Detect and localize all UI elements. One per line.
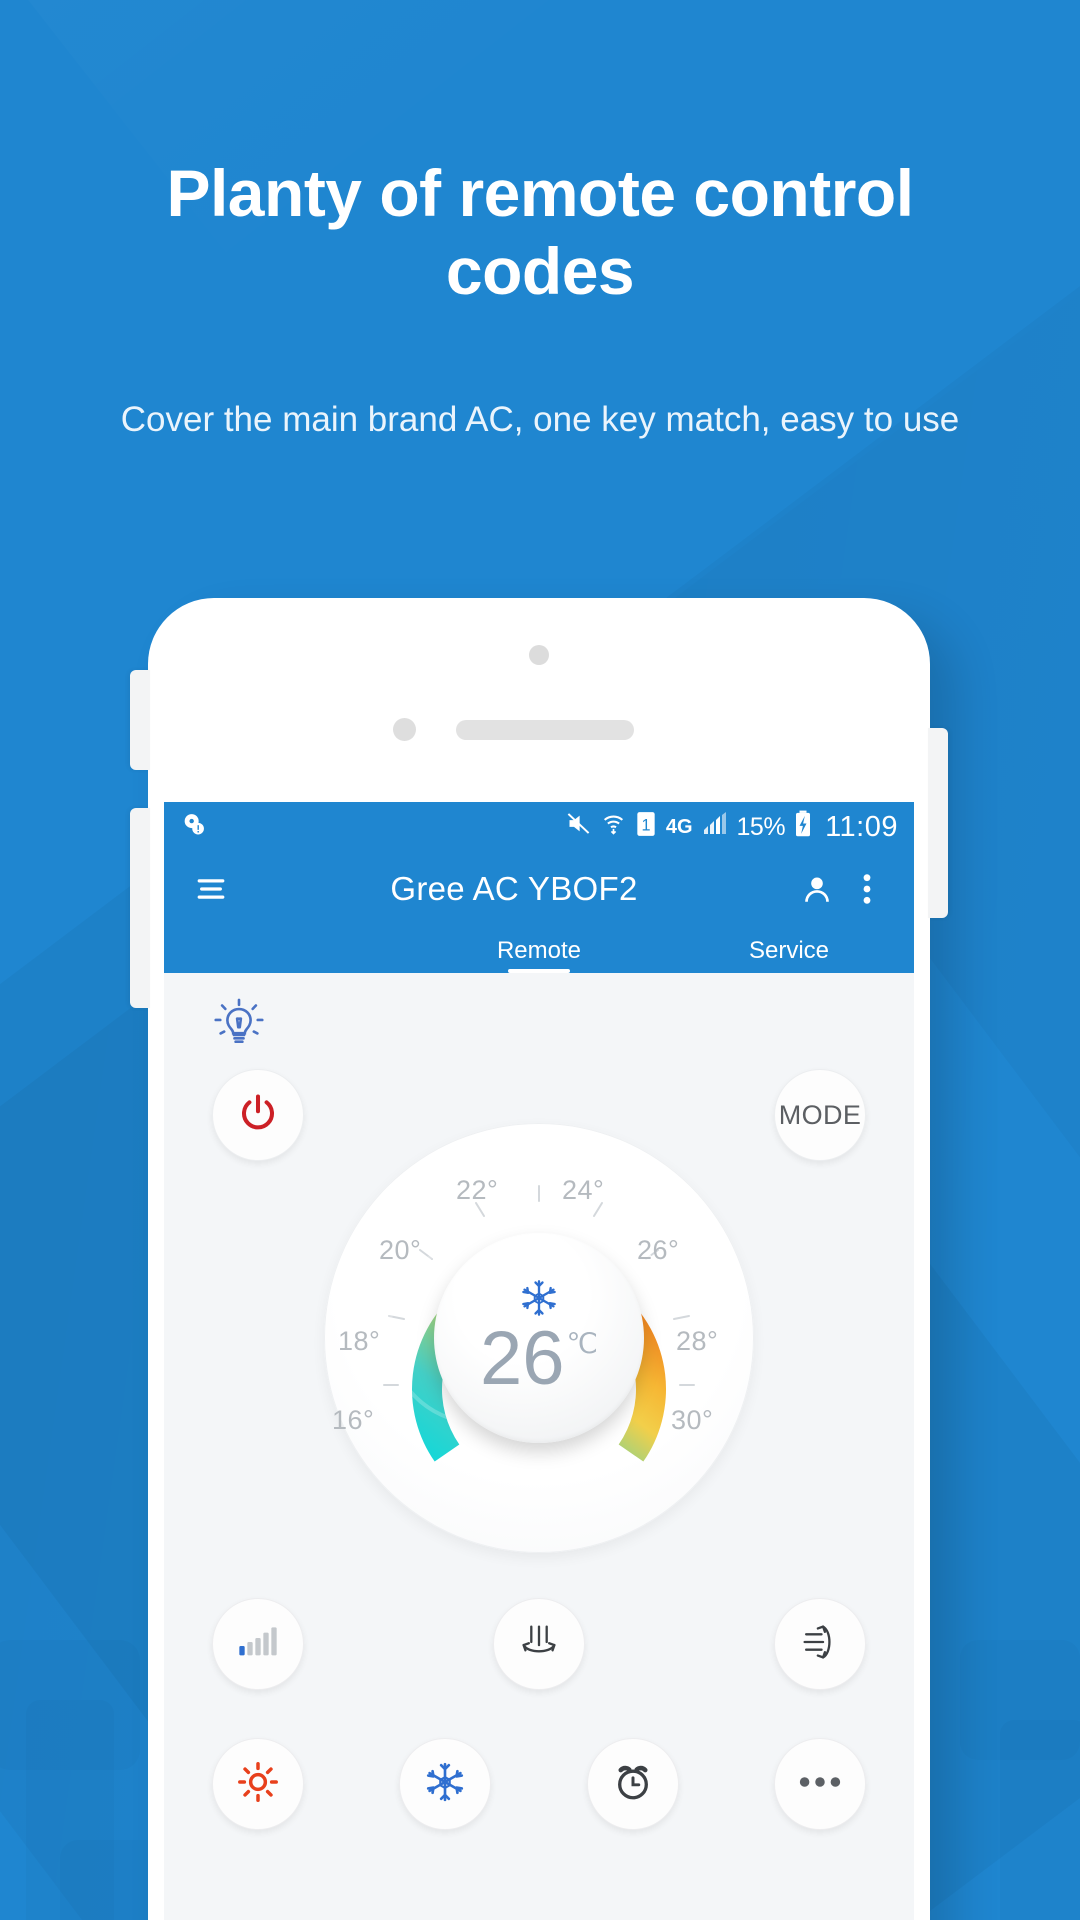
- fan-speed-bars-icon: [238, 1625, 278, 1664]
- lightbulb-icon[interactable]: [209, 995, 269, 1055]
- mode-button[interactable]: MODE: [774, 1069, 866, 1161]
- wifi-icon: [601, 811, 626, 843]
- dial-tick-28: 28°: [676, 1326, 719, 1356]
- dial-tick-22: 22°: [456, 1175, 499, 1205]
- app-title: Gree AC YBOF2: [390, 870, 638, 907]
- dial-tick-26: 26°: [637, 1235, 680, 1265]
- dial-tick-18: 18°: [338, 1326, 381, 1356]
- remote-button-row-bottom: [164, 1738, 914, 1830]
- battery-charging-icon: [794, 810, 812, 845]
- status-bar: 1 4G 15% 11:09: [164, 802, 914, 852]
- dial-knob[interactable]: 26 ℃: [434, 1233, 644, 1443]
- power-button[interactable]: [212, 1069, 304, 1161]
- dial-temperature-value: 26 ℃: [480, 1316, 598, 1402]
- timer-button[interactable]: [586, 1738, 679, 1830]
- mode-button-label: MODE: [778, 1099, 862, 1130]
- more-vertical-icon[interactable]: [842, 864, 892, 914]
- dial-temp-unit: ℃: [566, 1328, 598, 1360]
- cool-mode-button[interactable]: [399, 1738, 492, 1830]
- page-title: Planty of remote control codes: [166, 156, 914, 308]
- svg-text:1: 1: [641, 816, 650, 834]
- power-icon: [237, 1092, 279, 1139]
- horizontal-swing-button[interactable]: [774, 1598, 866, 1690]
- temperature-dial[interactable]: 16° 18° 20° 22° 24° 26° 28° 30° 26 ℃: [324, 1123, 754, 1553]
- remote-panel: MODE 16° 18° 20° 22° 24° 26° 28° 30° 26 …: [164, 973, 914, 1920]
- heat-mode-button[interactable]: [212, 1738, 304, 1830]
- tab-remote[interactable]: Remote: [414, 937, 664, 973]
- fan-speed-button[interactable]: [212, 1598, 304, 1690]
- person-icon[interactable]: [792, 864, 842, 914]
- location-alert-icon: [180, 810, 208, 845]
- phone-earpiece-speaker: [456, 720, 634, 740]
- status-time: 11:09: [825, 810, 898, 843]
- 4g-icon: 4G: [665, 815, 693, 838]
- horizontal-swing-icon: [800, 1622, 840, 1667]
- dial-temp-number: 26: [480, 1316, 565, 1402]
- vertical-swing-button[interactable]: [493, 1598, 585, 1690]
- snowflake-icon: [424, 1761, 466, 1808]
- alarm-clock-icon: [612, 1761, 654, 1808]
- hamburger-menu-icon[interactable]: [186, 864, 236, 914]
- battery-percent-label: 15%: [736, 812, 786, 841]
- dial-tick-30: 30°: [671, 1405, 714, 1435]
- vertical-swing-icon: [517, 1622, 561, 1667]
- dial-tick-16: 16°: [332, 1405, 375, 1435]
- dial-tick-20: 20°: [379, 1235, 422, 1265]
- more-button[interactable]: [773, 1738, 866, 1830]
- tab-bar: Remote Service: [164, 926, 914, 973]
- phone-screen: 1 4G 15% 11:09 Gree AC YBOF2 Remote Serv…: [164, 802, 914, 1920]
- watermark-shape-a: [0, 1640, 140, 1770]
- tab-spacer: [164, 965, 414, 973]
- sim-1-icon: 1: [635, 811, 657, 844]
- phone-power-side-button: [928, 728, 948, 918]
- phone-volume-up-button: [130, 670, 150, 770]
- more-horizontal-icon: [798, 1775, 842, 1794]
- app-bar: Gree AC YBOF2: [164, 852, 914, 926]
- mute-icon: [565, 810, 592, 844]
- dial-tick-24: 24°: [562, 1175, 605, 1205]
- phone-mockup: 1 4G 15% 11:09 Gree AC YBOF2 Remote Serv…: [130, 598, 948, 1920]
- phone-proximity-sensor: [393, 718, 416, 741]
- signal-icon: [702, 811, 728, 843]
- phone-front-camera: [529, 645, 549, 665]
- watermark-shape-c: [960, 1640, 1080, 1760]
- tab-service[interactable]: Service: [664, 937, 914, 973]
- page-subtitle: Cover the main brand AC, one key match, …: [120, 400, 960, 439]
- phone-volume-down-button: [130, 808, 150, 1008]
- remote-button-row-middle: [164, 1598, 914, 1690]
- sun-icon: [237, 1761, 279, 1808]
